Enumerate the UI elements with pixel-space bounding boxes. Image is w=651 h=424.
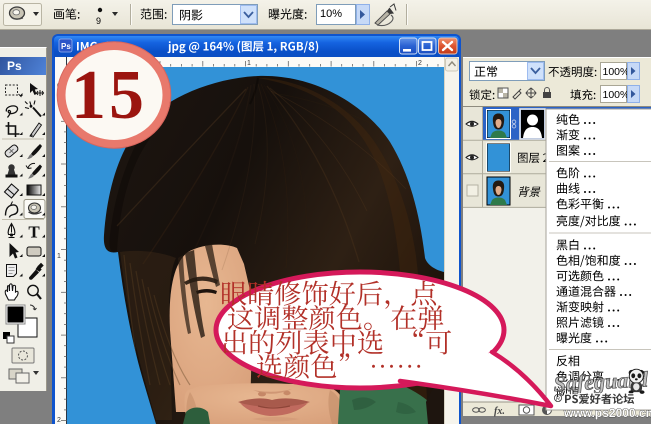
svg-text:R: R: [556, 397, 560, 403]
svg-text:15: 15: [71, 57, 147, 134]
svg-text:www.ps2000.cn: www.ps2000.cn: [563, 406, 651, 420]
